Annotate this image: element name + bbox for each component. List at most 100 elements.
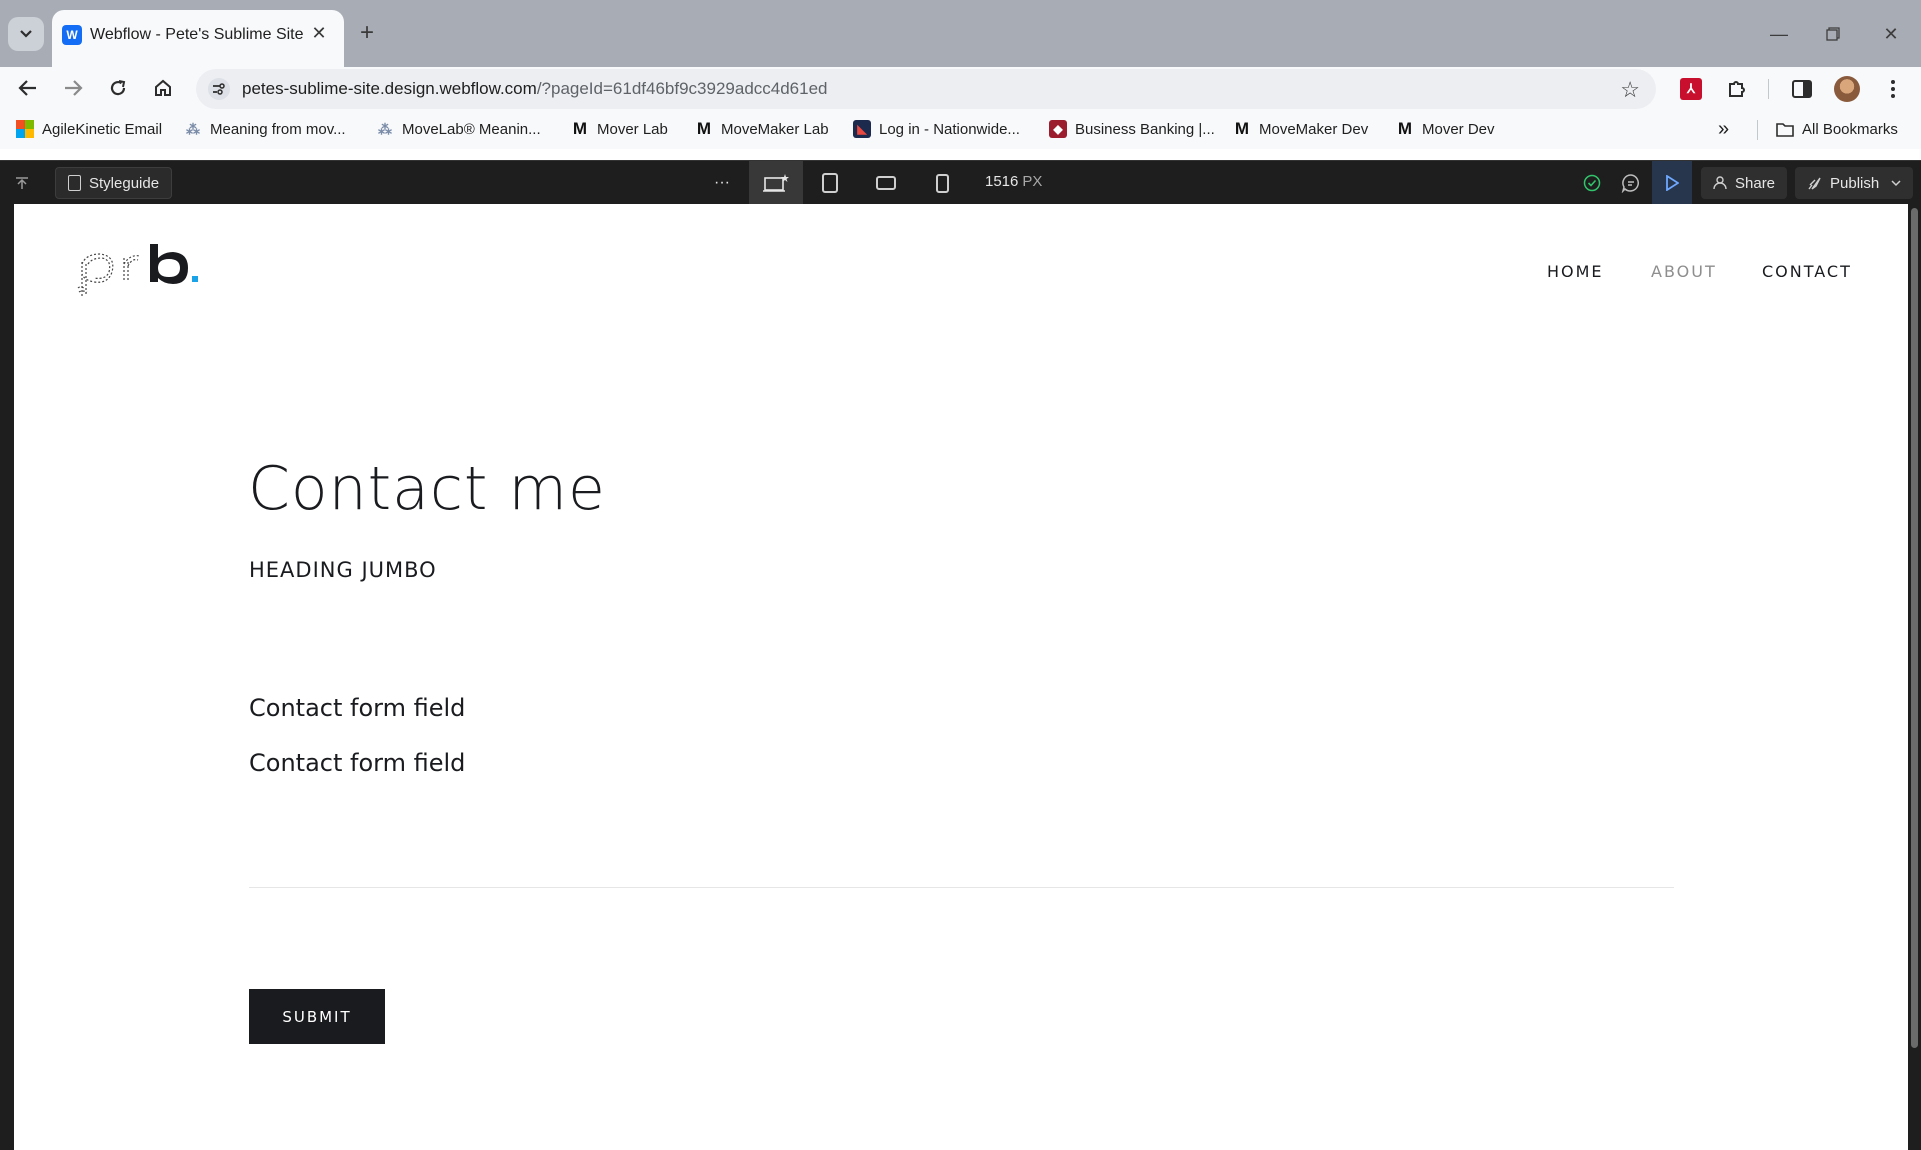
comments-icon[interactable] [1619,169,1643,197]
bookmark-item[interactable]: M Mover Dev [1396,118,1495,140]
pdf-extension-icon[interactable]: ⅄ [1676,74,1706,104]
folder-icon [1776,120,1794,138]
nav-link-contact[interactable]: CONTACT [1762,262,1852,281]
bookmark-item[interactable]: M MoveMaker Lab [695,118,829,140]
tab-title: Webflow - Pete's Sublime Site [90,26,304,43]
breakpoint-landscape-button[interactable] [859,161,913,205]
browser-toolbar: petes-sublime-site.design.webflow.com/?p… [0,67,1921,109]
bookmark-item[interactable]: AgileKinetic Email [16,118,162,140]
share-button[interactable]: Share [1701,167,1788,199]
more-bookmarks-icon[interactable]: » [1718,118,1729,140]
extensions-puzzle-icon[interactable] [1722,74,1752,104]
nav-link-home[interactable]: HOME [1547,262,1604,281]
bookmark-label: Business Banking |... [1075,120,1215,138]
bookmark-label: AgileKinetic Email [42,120,163,138]
tab-search-button[interactable] [8,17,44,51]
nav-link-about[interactable]: ABOUT [1651,262,1717,281]
tablet-icon [822,173,838,193]
bookmark-item[interactable]: ◣ Log in - Nationwide... [853,118,1020,140]
reload-icon[interactable] [100,71,136,105]
person-icon [1713,176,1727,190]
breakpoint-tablet-button[interactable] [803,161,857,205]
desktop-star-icon [763,174,789,192]
canvas-scrollbar-thumb[interactable] [1911,208,1918,1048]
site-settings-icon[interactable] [208,78,230,100]
preview-button[interactable] [1652,161,1692,205]
canvas-width-readout[interactable]: 1516 PX [985,173,1042,190]
side-panel-icon[interactable] [1787,74,1817,104]
back-icon[interactable] [10,71,46,105]
bank-icon: ◆ [1049,120,1067,138]
submit-button[interactable]: SUBMIT [249,989,385,1044]
design-canvas[interactable]: HOME ABOUT CONTACT Contact me HEADING JU… [14,204,1908,1150]
bookmark-item[interactable]: M MoveMaker Dev [1233,118,1368,140]
breakpoint-desktop-button[interactable] [749,161,803,205]
close-tab-icon[interactable]: ✕ [308,22,330,44]
bookmark-item[interactable]: ⁂ Meaning from mov... [184,118,346,140]
movelab-icon: ⁂ [378,120,392,137]
all-bookmarks-button[interactable]: All Bookmarks [1776,118,1898,140]
bookmark-label: MoveMaker Dev [1259,120,1369,138]
page-selector-label: Styleguide [89,174,160,192]
page-selector-button[interactable]: Styleguide [55,167,173,199]
site-logo[interactable] [76,240,226,300]
movelab-icon: ⁂ [186,120,200,137]
close-window-icon[interactable]: ✕ [1876,20,1906,48]
canvas-width-unit: PX [1022,173,1043,190]
chevron-down-icon [1891,179,1901,186]
contact-form-field[interactable]: Contact form field [249,749,465,777]
bookmark-item[interactable]: ◆ Business Banking |... [1049,118,1215,140]
canvas-gutter [0,204,14,1150]
m-icon: M [696,119,712,138]
minimize-icon[interactable]: — [1764,20,1794,48]
play-icon [1666,175,1679,191]
publish-label: Publish [1830,174,1880,192]
bookmark-label: MoveLab® Meanin... [402,120,541,138]
contact-form-field[interactable]: Contact form field [249,694,465,722]
nationwide-icon: ◣ [853,120,871,138]
all-bookmarks-label: All Bookmarks [1802,120,1898,138]
bookmark-label: Mover Dev [1422,120,1495,138]
form-divider [249,887,1674,888]
canvas-width-value: 1516 [985,173,1019,190]
webflow-favicon-icon: W [62,25,82,45]
page-heading: Contact me [248,454,606,524]
publish-button[interactable]: Publish [1795,167,1914,199]
url-host: petes-sublime-site.design.webflow.com [242,79,537,98]
m-icon: M [1397,119,1413,138]
bookmark-item[interactable]: ⁂ MoveLab® Meanin... [376,118,541,140]
collapse-icon[interactable] [12,169,32,197]
status-check-icon[interactable] [1580,169,1604,197]
bookmark-label: MoveMaker Lab [721,120,829,138]
browser-menu-icon[interactable] [1878,74,1908,104]
bookmark-label: Log in - Nationwide... [879,120,1020,138]
toolbar-separator [1768,79,1769,99]
bookmark-label: Mover Lab [597,120,668,138]
forward-icon[interactable] [55,71,91,105]
home-icon[interactable] [145,71,181,105]
browser-tab-active[interactable]: W Webflow - Pete's Sublime Site ✕ [52,10,344,67]
m-icon: M [572,119,588,138]
profile-avatar[interactable] [1832,74,1862,104]
page-icon [68,175,81,191]
webflow-designer-bar: Styleguide ··· 1516 PX Share Publish [0,160,1921,205]
tab-strip: W Webflow - Pete's Sublime Site ✕ + — ✕ [0,0,1921,67]
more-options-icon[interactable]: ··· [710,169,734,197]
share-label: Share [1735,174,1776,192]
bookmarks-separator [1757,120,1758,140]
mobile-landscape-icon [876,176,896,190]
restore-icon[interactable] [1818,20,1848,48]
heading-jumbo: HEADING JUMBO [249,558,437,582]
bookmark-star-icon[interactable]: ☆ [1620,77,1640,103]
mobile-portrait-icon [935,173,949,193]
microsoft-icon [16,120,34,138]
address-bar[interactable]: petes-sublime-site.design.webflow.com/?p… [196,69,1656,109]
bookmark-item[interactable]: M Mover Lab [571,118,668,140]
new-tab-button[interactable]: + [352,18,382,48]
breakpoint-portrait-button[interactable] [915,161,969,205]
chevron-down-icon [20,30,32,38]
bookmarks-bar: AgileKinetic Email ⁂ Meaning from mov... … [0,109,1921,149]
m-icon: M [1234,119,1250,138]
rocket-icon [1808,177,1821,190]
bookmark-label: Meaning from mov... [210,120,346,138]
